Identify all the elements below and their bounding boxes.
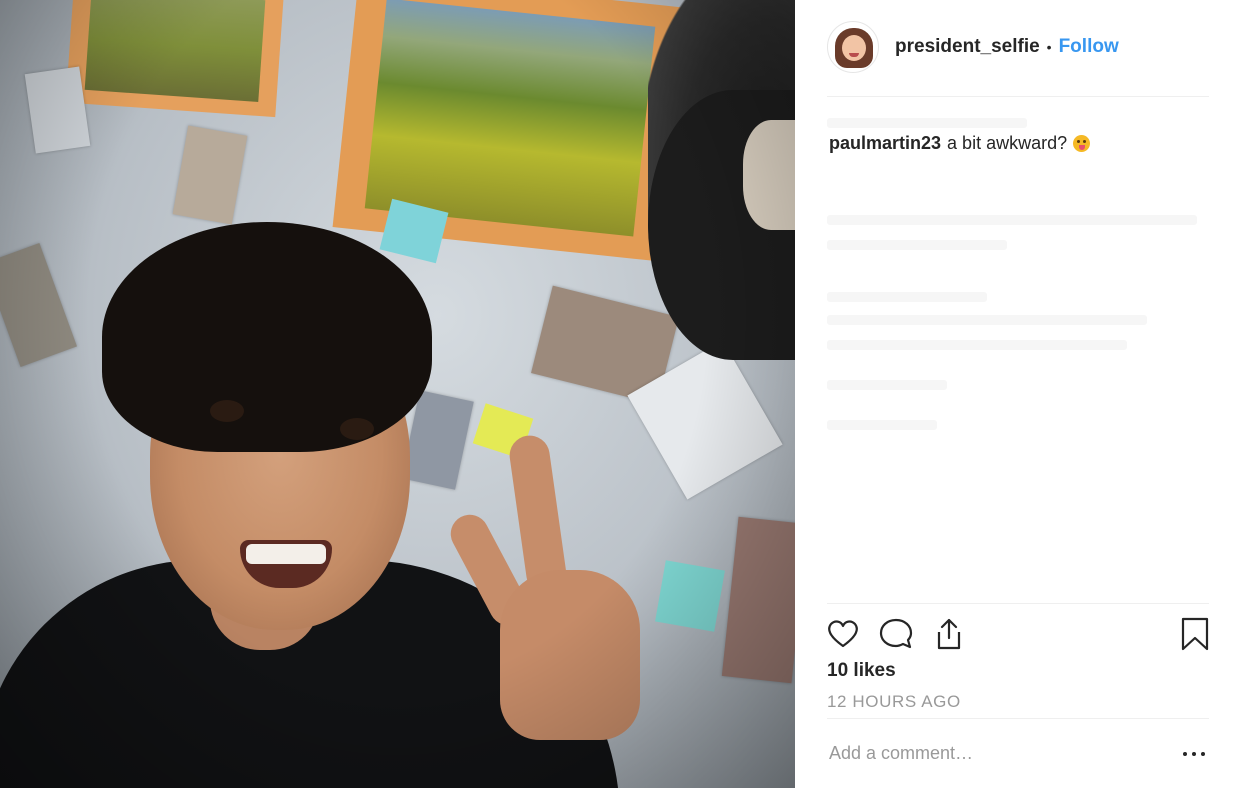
post-header: president_selfie • Follow [827, 18, 1209, 76]
post-username[interactable]: president_selfie [895, 36, 1040, 58]
post-photo[interactable] [0, 0, 795, 788]
faded-comment-line [827, 240, 1007, 250]
bookmark-icon[interactable] [1177, 616, 1213, 652]
instagram-post: president_selfie • Follow paulmartin23 a… [0, 0, 1238, 788]
header-divider [827, 96, 1209, 97]
add-comment-input[interactable] [827, 742, 1161, 765]
actions-divider [827, 603, 1209, 604]
faded-comment-line [827, 292, 987, 302]
avatar[interactable] [827, 21, 879, 73]
faded-caption-line [827, 118, 1027, 128]
comment-username[interactable]: paulmartin23 [829, 133, 941, 154]
heart-icon[interactable] [825, 616, 861, 652]
header-separator: • [1046, 39, 1052, 55]
faded-comment-line [827, 215, 1197, 225]
comment-text: a bit awkward? [947, 133, 1068, 153]
follow-button[interactable]: Follow [1059, 36, 1119, 58]
likes-count[interactable]: 10 likes [827, 660, 896, 682]
post-timestamp[interactable]: 12 HOURS AGO [827, 692, 961, 712]
post-actions [827, 616, 1209, 656]
post-details-panel: president_selfie • Follow paulmartin23 a… [795, 0, 1238, 788]
tongue-emoji-icon [1073, 135, 1091, 152]
faded-comment-line [827, 420, 937, 430]
comment-box-divider [827, 718, 1209, 719]
faded-comment-line [827, 340, 1127, 350]
faded-comment-line [827, 380, 947, 390]
share-icon[interactable] [931, 616, 967, 652]
photo-vignette [0, 0, 795, 788]
faded-comment-line [827, 315, 1147, 325]
comment-icon[interactable] [878, 616, 914, 652]
comment-item: paulmartin23 a bit awkward? [829, 133, 1091, 154]
more-options-icon[interactable] [1183, 742, 1209, 766]
